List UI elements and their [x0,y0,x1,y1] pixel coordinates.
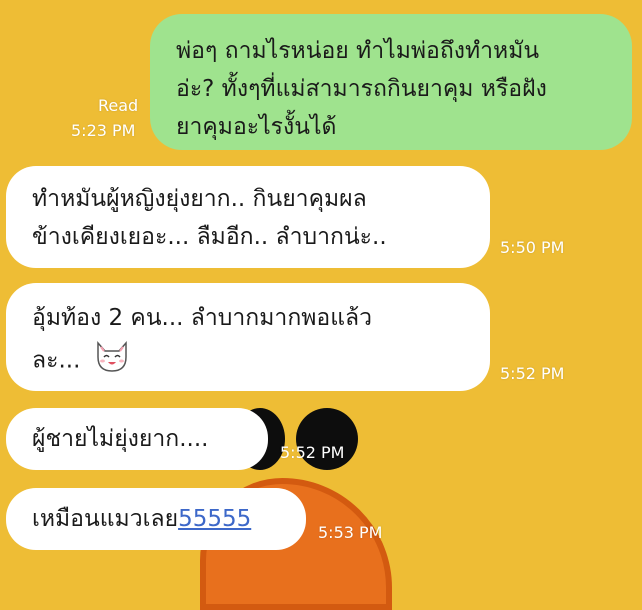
message-timestamp: 5:53 PM [318,523,383,542]
outgoing-message-bubble[interactable]: พ่อๆ ถามไรหน่อย ทำไมพ่อถึงทำหมัน อ่ะ? ทั… [150,14,632,150]
cat-face-icon [92,337,132,385]
message-timestamp: 5:23 PM [71,121,136,140]
message-text-line: พ่อๆ ถามไรหน่อย ทำไมพ่อถึงทำหมัน [176,38,540,64]
message-text-line: เหมือนแมวเลย55555 [32,506,252,532]
message-timestamp: 5:52 PM [500,364,565,383]
read-receipt: Read [98,96,139,115]
message-text-line: ทำหมันผู้หญิงยุ่งยาก.. กินยาคุมผล [32,186,367,212]
message-text-line: ผู้ชายไม่ยุ่งยาก.... [32,426,209,452]
message-timestamp: 5:50 PM [500,238,565,257]
message-text-line: ข้างเคียงเยอะ... ลืมอีก.. ลำบากน่ะ.. [32,224,387,250]
message-text-line: อุ้มท้อง 2 คน... ลำบากมากพอแล้ว [32,305,373,331]
incoming-message-bubble[interactable]: ทำหมันผู้หญิงยุ่งยาก.. กินยาคุมผล ข้างเค… [6,166,490,268]
message-text-line: ละ... [32,337,490,385]
number-link[interactable]: 55555 [178,506,251,532]
incoming-message-bubble[interactable]: เหมือนแมวเลย55555 [6,488,306,550]
message-timestamp: 5:52 PM [280,443,345,462]
message-text-line: ยาคุมอะไรงั้นได้ [176,114,337,140]
incoming-message-bubble[interactable]: ผู้ชายไม่ยุ่งยาก.... [6,408,268,470]
incoming-message-bubble[interactable]: อุ้มท้อง 2 คน... ลำบากมากพอแล้ว ละ... [6,283,490,391]
message-text-line: อ่ะ? ทั้งๆที่แม่สามารถกินยาคุม หรือฝัง [176,76,547,102]
